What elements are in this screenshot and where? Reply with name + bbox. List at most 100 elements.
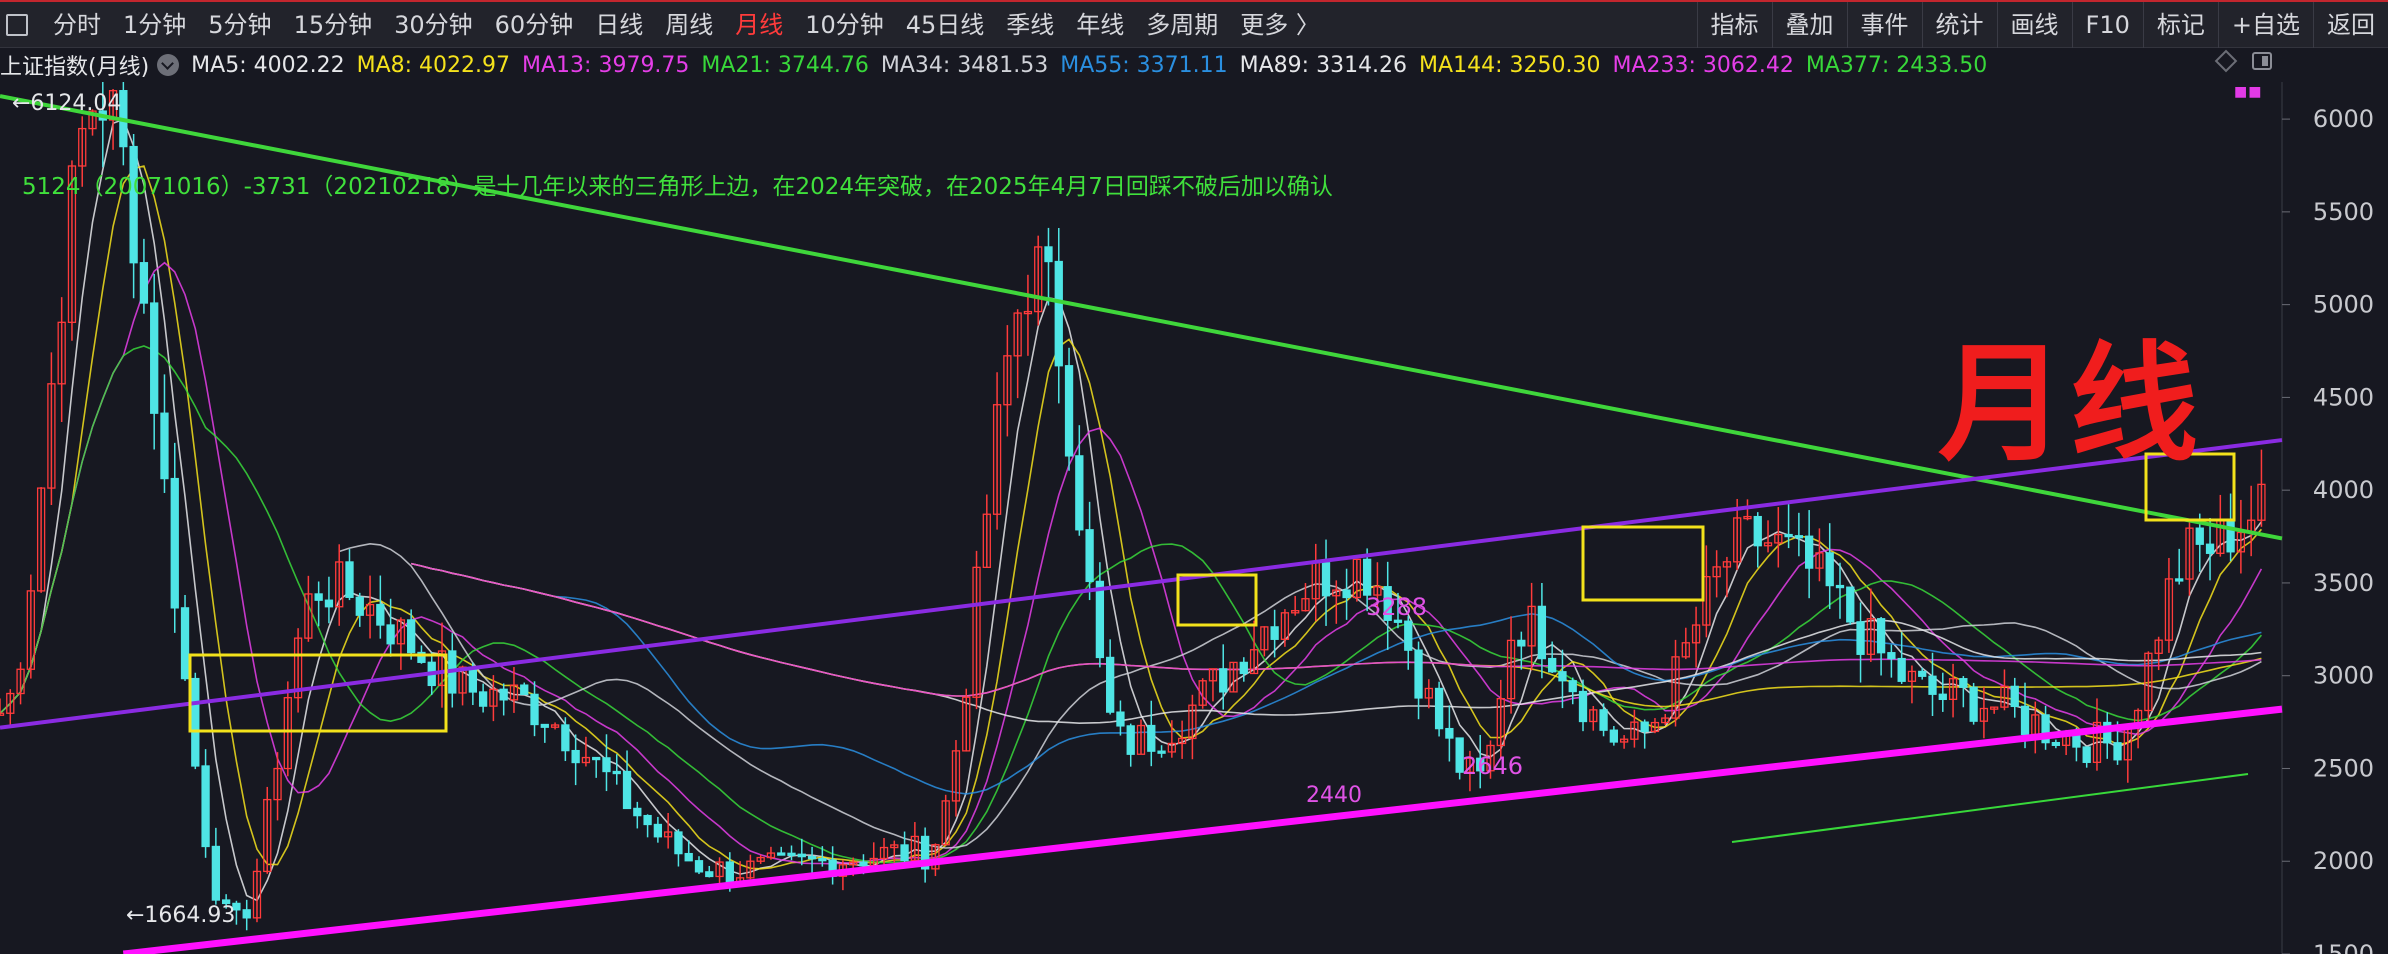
candle-body [1856,621,1865,655]
candle-body [129,145,138,264]
price-mark-label: 2646 [1462,752,1523,780]
candle-body [571,749,580,764]
price-mark-label: ←6124.04 [12,91,121,116]
tool-tab[interactable]: F10 [2071,2,2143,48]
candle-body [1558,671,1567,682]
candle-body [2226,518,2235,553]
candle-body [180,607,190,680]
tool-tab[interactable]: 画线 [1996,2,2072,48]
candle-body [1434,687,1444,730]
candle-body [1609,729,1618,743]
candle-body [1938,693,1947,701]
trend-line [122,705,2283,954]
candle-body [2051,741,2061,746]
chevron-down-icon[interactable] [157,54,180,76]
ma-legend: MA5: 4002.22 MA8: 4022.97 MA13: 3979.75 MA2… [191,53,1999,78]
period-tab[interactable]: 30分钟 [383,2,484,48]
highlight-box [188,653,448,733]
period-tab[interactable]: 更多 〉 [1229,2,1331,48]
candle-body [1548,657,1557,673]
candle-body [1825,552,1834,587]
candle-body [643,814,652,826]
y-axis-tick-label: 5500 [2313,198,2374,226]
candle-body [1239,661,1248,675]
candle-body [1846,586,1855,623]
candle-body [160,412,169,480]
candle-body [633,807,642,817]
candle-body [150,302,159,414]
period-tab[interactable]: 多周期 [1135,2,1229,48]
candle-body [324,599,334,608]
period-tab[interactable]: 45日线 [895,2,996,48]
candle-body [1918,670,1927,677]
candle-body [1126,725,1135,755]
candle-body [1342,589,1351,599]
candle-body [1147,724,1156,752]
tool-tab[interactable]: 叠加 [1771,2,1847,48]
candle-body [561,724,570,752]
y-axis-tick-label: 2000 [2313,847,2374,875]
period-tab[interactable]: 5分钟 [197,2,282,48]
candle-body [1270,626,1279,640]
candle-body [1517,639,1526,647]
period-watermark: 月线 [1938,330,2203,479]
candle-body [1969,686,1978,722]
tool-tab[interactable]: 事件 [1846,2,1922,48]
y-axis-tick-label: 3500 [2313,569,2374,597]
tool-tab[interactable]: 标记 [2142,2,2218,48]
y-axis-tick-label: 6000 [2313,105,2374,133]
candle-body [797,853,806,858]
candle-body [653,823,663,838]
period-tab[interactable]: 分时 [42,2,112,48]
candle-body [592,756,601,761]
kline-chart[interactable]: 1500 2000 2500 3000 3500 4000 4500 5000 5500 6000… [0,82,2388,954]
candle-body [242,909,251,919]
candle-body [499,688,508,701]
price-mark-label: 3288 [1366,593,1427,621]
candle-body [1064,365,1074,457]
diamond-icon[interactable] [2214,49,2238,73]
candle-body [345,561,354,598]
candle-body [807,855,817,860]
period-tab[interactable]: 年线 [1065,2,1135,48]
tool-tab[interactable]: +自选 [2217,2,2313,48]
chart-title: 上证指数(月线) [0,55,150,80]
period-tab[interactable]: 日线 [584,2,654,48]
candle-body [612,770,621,775]
tool-tab[interactable]: 指标 [1696,2,1772,48]
candle-body [1753,515,1762,547]
candle-body [1095,580,1105,659]
ma-line [0,118,2263,902]
window-icon[interactable] [6,14,28,36]
candle-body [1537,605,1547,660]
candle-body [1075,455,1084,531]
highlight-box [1176,573,1258,627]
candle-body [314,593,323,601]
candle-body [1362,558,1372,596]
period-tab[interactable]: 15分钟 [283,2,384,48]
period-tab[interactable]: 60分钟 [484,2,585,48]
ma-legend-item: MA144: 3250.30 [1419,52,1601,78]
candle-body [540,723,549,728]
tool-tab[interactable]: 统计 [1921,2,1997,48]
candle-body [2082,746,2091,763]
panel-toggle-icon[interactable] [2252,52,2272,70]
period-tab[interactable]: 季线 [995,2,1065,48]
period-tab[interactable]: 周线 [654,2,724,48]
candle-body [1784,533,1793,538]
candle-body [386,624,395,645]
period-tab[interactable]: 1分钟 [112,2,197,48]
candle-body [170,477,179,609]
ma-legend-item: MA377: 2433.50 [1805,52,1988,78]
candle-body [1157,750,1166,754]
price-mark-label: 2440 [1306,783,1362,808]
candle-body [1054,260,1063,367]
tool-tab[interactable]: 返回 [2313,2,2388,48]
ma-legend-item: MA21: 3744.76 [701,52,869,78]
candle-body [530,693,539,726]
period-tab[interactable]: 10分钟 [794,2,895,48]
candle-body [211,845,221,901]
candle-body [674,831,683,855]
candle-body [2113,742,2122,761]
period-tab[interactable]: 月线 [724,2,794,48]
